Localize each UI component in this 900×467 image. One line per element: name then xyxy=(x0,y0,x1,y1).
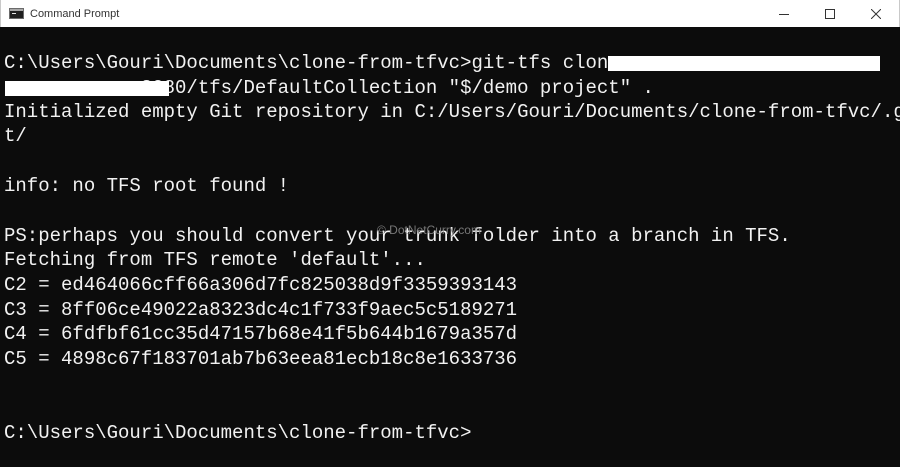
terminal-line: C:\Users\Gouri\Documents\clone-from-tfvc… xyxy=(4,52,620,74)
terminal-line: Initialized empty Git repository in C:/U… xyxy=(4,101,900,123)
title-bar[interactable]: Command Prompt xyxy=(0,0,900,27)
terminal-line: C5 = 4898c67f183701ab7b63eea81ecb18c8e16… xyxy=(4,348,518,370)
maximize-button[interactable] xyxy=(807,0,853,27)
terminal-line: C2 = ed464066cff66a306d7fc825038d9f33593… xyxy=(4,274,518,296)
close-icon xyxy=(871,8,881,19)
console-icon[interactable] xyxy=(9,8,24,19)
terminal-line: C3 = 8ff06ce49022a8323dc4c1f733f9aec5c51… xyxy=(4,299,518,321)
terminal-line: C4 = 6fdfbf61cc35d47157b68e41f5b644b1679… xyxy=(4,323,518,345)
terminal-output[interactable]: C:\Users\Gouri\Documents\clone-from-tfvc… xyxy=(0,27,900,467)
redaction-block xyxy=(608,56,880,71)
redaction-block xyxy=(5,81,169,96)
minimize-button[interactable] xyxy=(761,0,807,27)
terminal-line: info: no TFS root found ! xyxy=(4,175,290,197)
window-controls xyxy=(761,0,899,27)
terminal-line: Fetching from TFS remote 'default'... xyxy=(4,249,426,271)
close-button[interactable] xyxy=(853,0,899,27)
terminal-line: C:\Users\Gouri\Documents\clone-from-tfvc… xyxy=(4,422,472,444)
terminal-line: t/ xyxy=(4,125,27,147)
watermark: © DotNetCurry.com xyxy=(377,223,481,237)
window-title: Command Prompt xyxy=(30,7,120,20)
command-prompt-window: Command Prompt C:\Users\Gouri\Documents\… xyxy=(0,0,900,467)
minimize-icon xyxy=(779,13,789,15)
maximize-icon xyxy=(825,8,835,19)
